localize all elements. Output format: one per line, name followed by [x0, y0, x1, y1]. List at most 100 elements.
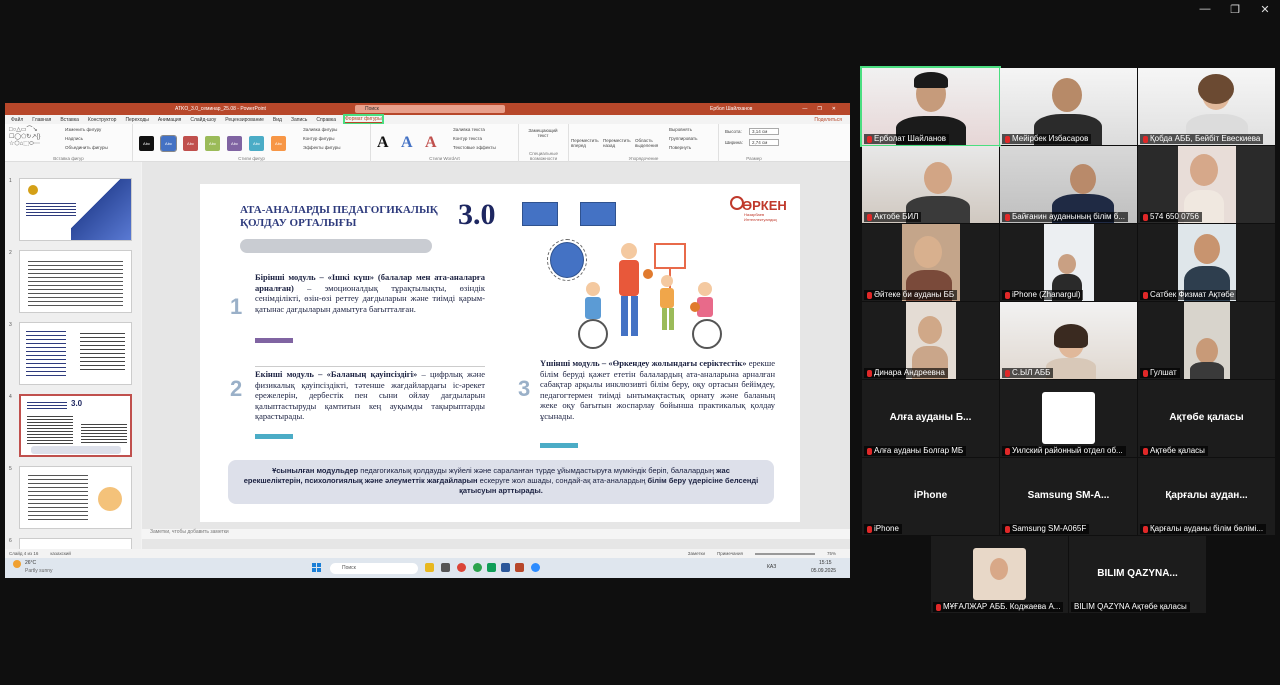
menu-file[interactable]: Файл: [11, 117, 23, 123]
maximize-button[interactable]: ❐: [1220, 0, 1250, 18]
taskbar-date[interactable]: 05.09.2025: [811, 568, 836, 574]
menu-help[interactable]: Справка: [316, 117, 336, 123]
style-swatch[interactable]: Abc: [227, 136, 242, 151]
menu-transitions[interactable]: Переходы: [125, 117, 148, 123]
participant-tile[interactable]: Динара Андреевна: [862, 302, 999, 379]
style-swatch[interactable]: Abc: [183, 136, 198, 151]
participant-tile[interactable]: iPhone (Zhanargul): [1000, 224, 1137, 301]
menu-home[interactable]: Главная: [32, 117, 51, 123]
participant-tile[interactable]: 574 650 0756: [1138, 146, 1275, 223]
align-button[interactable]: Выровнять: [669, 127, 692, 132]
zoom-level[interactable]: 75%: [827, 551, 836, 556]
participant-tile[interactable]: Сатбек Физмат Ақтөбе: [1138, 224, 1275, 301]
zoom-app-icon[interactable]: [531, 563, 540, 572]
alt-text-button[interactable]: Замещающий текст: [525, 128, 561, 138]
close-button[interactable]: ✕: [1250, 0, 1280, 18]
module-3-text[interactable]: Үшінші модуль – «Өркендеу жолындағы сері…: [540, 358, 775, 421]
selection-pane-button[interactable]: Область выделения: [635, 138, 665, 148]
rotate-button[interactable]: Повернуть: [669, 145, 691, 150]
status-language[interactable]: казахский: [50, 551, 71, 556]
ppt-search[interactable]: Поиск: [355, 105, 505, 113]
taskbar-time[interactable]: 15:15: [819, 560, 832, 566]
share-button[interactable]: Поделиться: [814, 117, 842, 123]
slide-thumbnail-4[interactable]: 3.0: [19, 394, 132, 457]
excel-icon[interactable]: [487, 563, 496, 572]
bring-forward-button[interactable]: Переместить вперед: [571, 138, 601, 148]
participant-tile[interactable]: Samsung SM-A... Samsung SM-A065F: [1000, 458, 1137, 535]
participant-tile[interactable]: С.ЫЛ АББ: [1000, 302, 1137, 379]
slide-thumbnail-2[interactable]: [19, 250, 132, 313]
participant-tile[interactable]: Алға ауданы Б... Алға ауданы Болгар МБ: [862, 380, 999, 457]
style-swatch[interactable]: Abc: [139, 136, 154, 151]
textbox-button[interactable]: Надпись: [65, 136, 83, 141]
module-2-text[interactable]: Екінші модуль – «Баланың қауіпсіздігі» –…: [255, 366, 485, 422]
word-icon[interactable]: [501, 563, 510, 572]
participant-tile[interactable]: Мейірбек Избасаров: [1000, 68, 1137, 145]
group-button[interactable]: Группировать: [669, 136, 697, 141]
slide-thumbnail-5[interactable]: [19, 466, 132, 529]
menu-view[interactable]: Вид: [273, 117, 282, 123]
participant-tile[interactable]: BILIM QAZYNA... BILIM QAZYNA Ақтөбе қала…: [1069, 536, 1206, 613]
taskbar-language[interactable]: КАЗ: [767, 564, 776, 570]
minimize-button[interactable]: —: [1190, 0, 1220, 18]
participant-tile[interactable]: Ақтөбе қаласы Ақтөбе қаласы: [1138, 380, 1275, 457]
participant-tile[interactable]: Әйтеке би ауданы ББ: [862, 224, 999, 301]
shape-effects-button[interactable]: Эффекты фигуры: [303, 145, 341, 150]
send-backward-button[interactable]: Переместить назад: [603, 138, 633, 148]
menu-record[interactable]: Запись: [291, 117, 307, 123]
shapes-gallery[interactable]: □○△▭⌒↘ ☐◯⬠↻↗{} ☆⬡⌂⬚⬭⋯: [9, 127, 59, 149]
style-swatch[interactable]: Abc: [271, 136, 286, 151]
shape-fill-button[interactable]: Заливка фигуры: [303, 127, 337, 132]
blue-rectangle-shape[interactable]: [522, 202, 558, 226]
menu-slideshow[interactable]: Слайд-шоу: [190, 117, 216, 123]
slide-title[interactable]: АТА-АНАЛАРДЫ ПЕДАГОГИКАЛЫҚ ҚОЛДАУ ОРТАЛЫ…: [240, 204, 455, 230]
participant-tile[interactable]: Уилский районный отдел об...: [1000, 380, 1137, 457]
chrome-icon[interactable]: [457, 563, 466, 572]
menu-review[interactable]: Рецензирование: [225, 117, 264, 123]
wordart-blue[interactable]: A: [401, 134, 413, 152]
slide-canvas[interactable]: АТА-АНАЛАРДЫ ПЕДАГОГИКАЛЫҚ ҚОЛДАУ ОРТАЛЫ…: [200, 184, 800, 522]
participant-tile[interactable]: Актобе БИЛ: [862, 146, 999, 223]
menu-shape-format[interactable]: Формат фигуры: [343, 114, 384, 125]
summary-box[interactable]: Ұсынылған модульдер педагогикалық қолдау…: [228, 460, 774, 504]
status-comments-button[interactable]: Примечания: [717, 551, 743, 556]
participant-tile[interactable]: Байғанин ауданының білім б...: [1000, 146, 1137, 223]
weather-temp[interactable]: 26°C: [25, 560, 36, 566]
participant-tile[interactable]: iPhone iPhone: [862, 458, 999, 535]
slide-thumbnail-3[interactable]: [19, 322, 132, 385]
style-swatch[interactable]: Abc: [160, 135, 177, 152]
slide-version[interactable]: 3.0: [458, 198, 496, 232]
file-explorer-icon[interactable]: [425, 563, 434, 572]
blue-rectangle-shape[interactable]: [580, 202, 616, 226]
participant-tile[interactable]: Қобда АББ, Бейбіт Евескиева: [1138, 68, 1275, 145]
ppt-window-controls[interactable]: —❐✕: [802, 106, 846, 112]
text-outline-button[interactable]: Контур текста: [453, 136, 482, 141]
whatsapp-icon[interactable]: [473, 563, 482, 572]
module-1-text[interactable]: Бірінші модуль – «Ішкі күш» (балалар мен…: [255, 272, 485, 314]
participant-tile[interactable]: МҰҒАЛЖАР АББ. Коджаева А...: [931, 536, 1068, 613]
style-swatch[interactable]: Abc: [205, 136, 220, 151]
wordart-red[interactable]: A: [425, 134, 437, 152]
participant-tile[interactable]: Ерболат Шайланов: [860, 66, 1001, 147]
height-input[interactable]: 3,14 см: [749, 128, 779, 135]
participant-tile[interactable]: Гулшат: [1138, 302, 1275, 379]
merge-shapes-button[interactable]: Объединить фигуры: [65, 145, 108, 150]
text-fill-button[interactable]: Заливка текста: [453, 127, 485, 132]
notes-pane[interactable]: Заметки, чтобы добавить заметки: [142, 529, 850, 539]
slide-thumbnail-1[interactable]: [19, 178, 132, 241]
menu-design[interactable]: Конструктор: [88, 117, 117, 123]
zoom-slider[interactable]: [754, 552, 815, 555]
menu-insert[interactable]: Вставка: [60, 117, 79, 123]
taskbar-app-icon[interactable]: [441, 563, 450, 572]
participant-tile[interactable]: Қарғалы аудан... Қарғалы ауданы білім бө…: [1138, 458, 1275, 535]
shape-outline-button[interactable]: Контур фигуры: [303, 136, 334, 141]
windows-start-icon[interactable]: [312, 563, 321, 572]
powerpoint-icon[interactable]: [515, 563, 524, 572]
status-notes-button[interactable]: Заметки: [688, 551, 705, 556]
style-swatch[interactable]: Abc: [249, 136, 264, 151]
wordart-black[interactable]: A: [377, 134, 389, 152]
menu-animation[interactable]: Анимация: [158, 117, 181, 123]
width-input[interactable]: 2,74 см: [749, 139, 779, 146]
text-effects-button[interactable]: Текстовые эффекты: [453, 145, 496, 150]
taskbar-search[interactable]: Поиск: [330, 563, 418, 574]
